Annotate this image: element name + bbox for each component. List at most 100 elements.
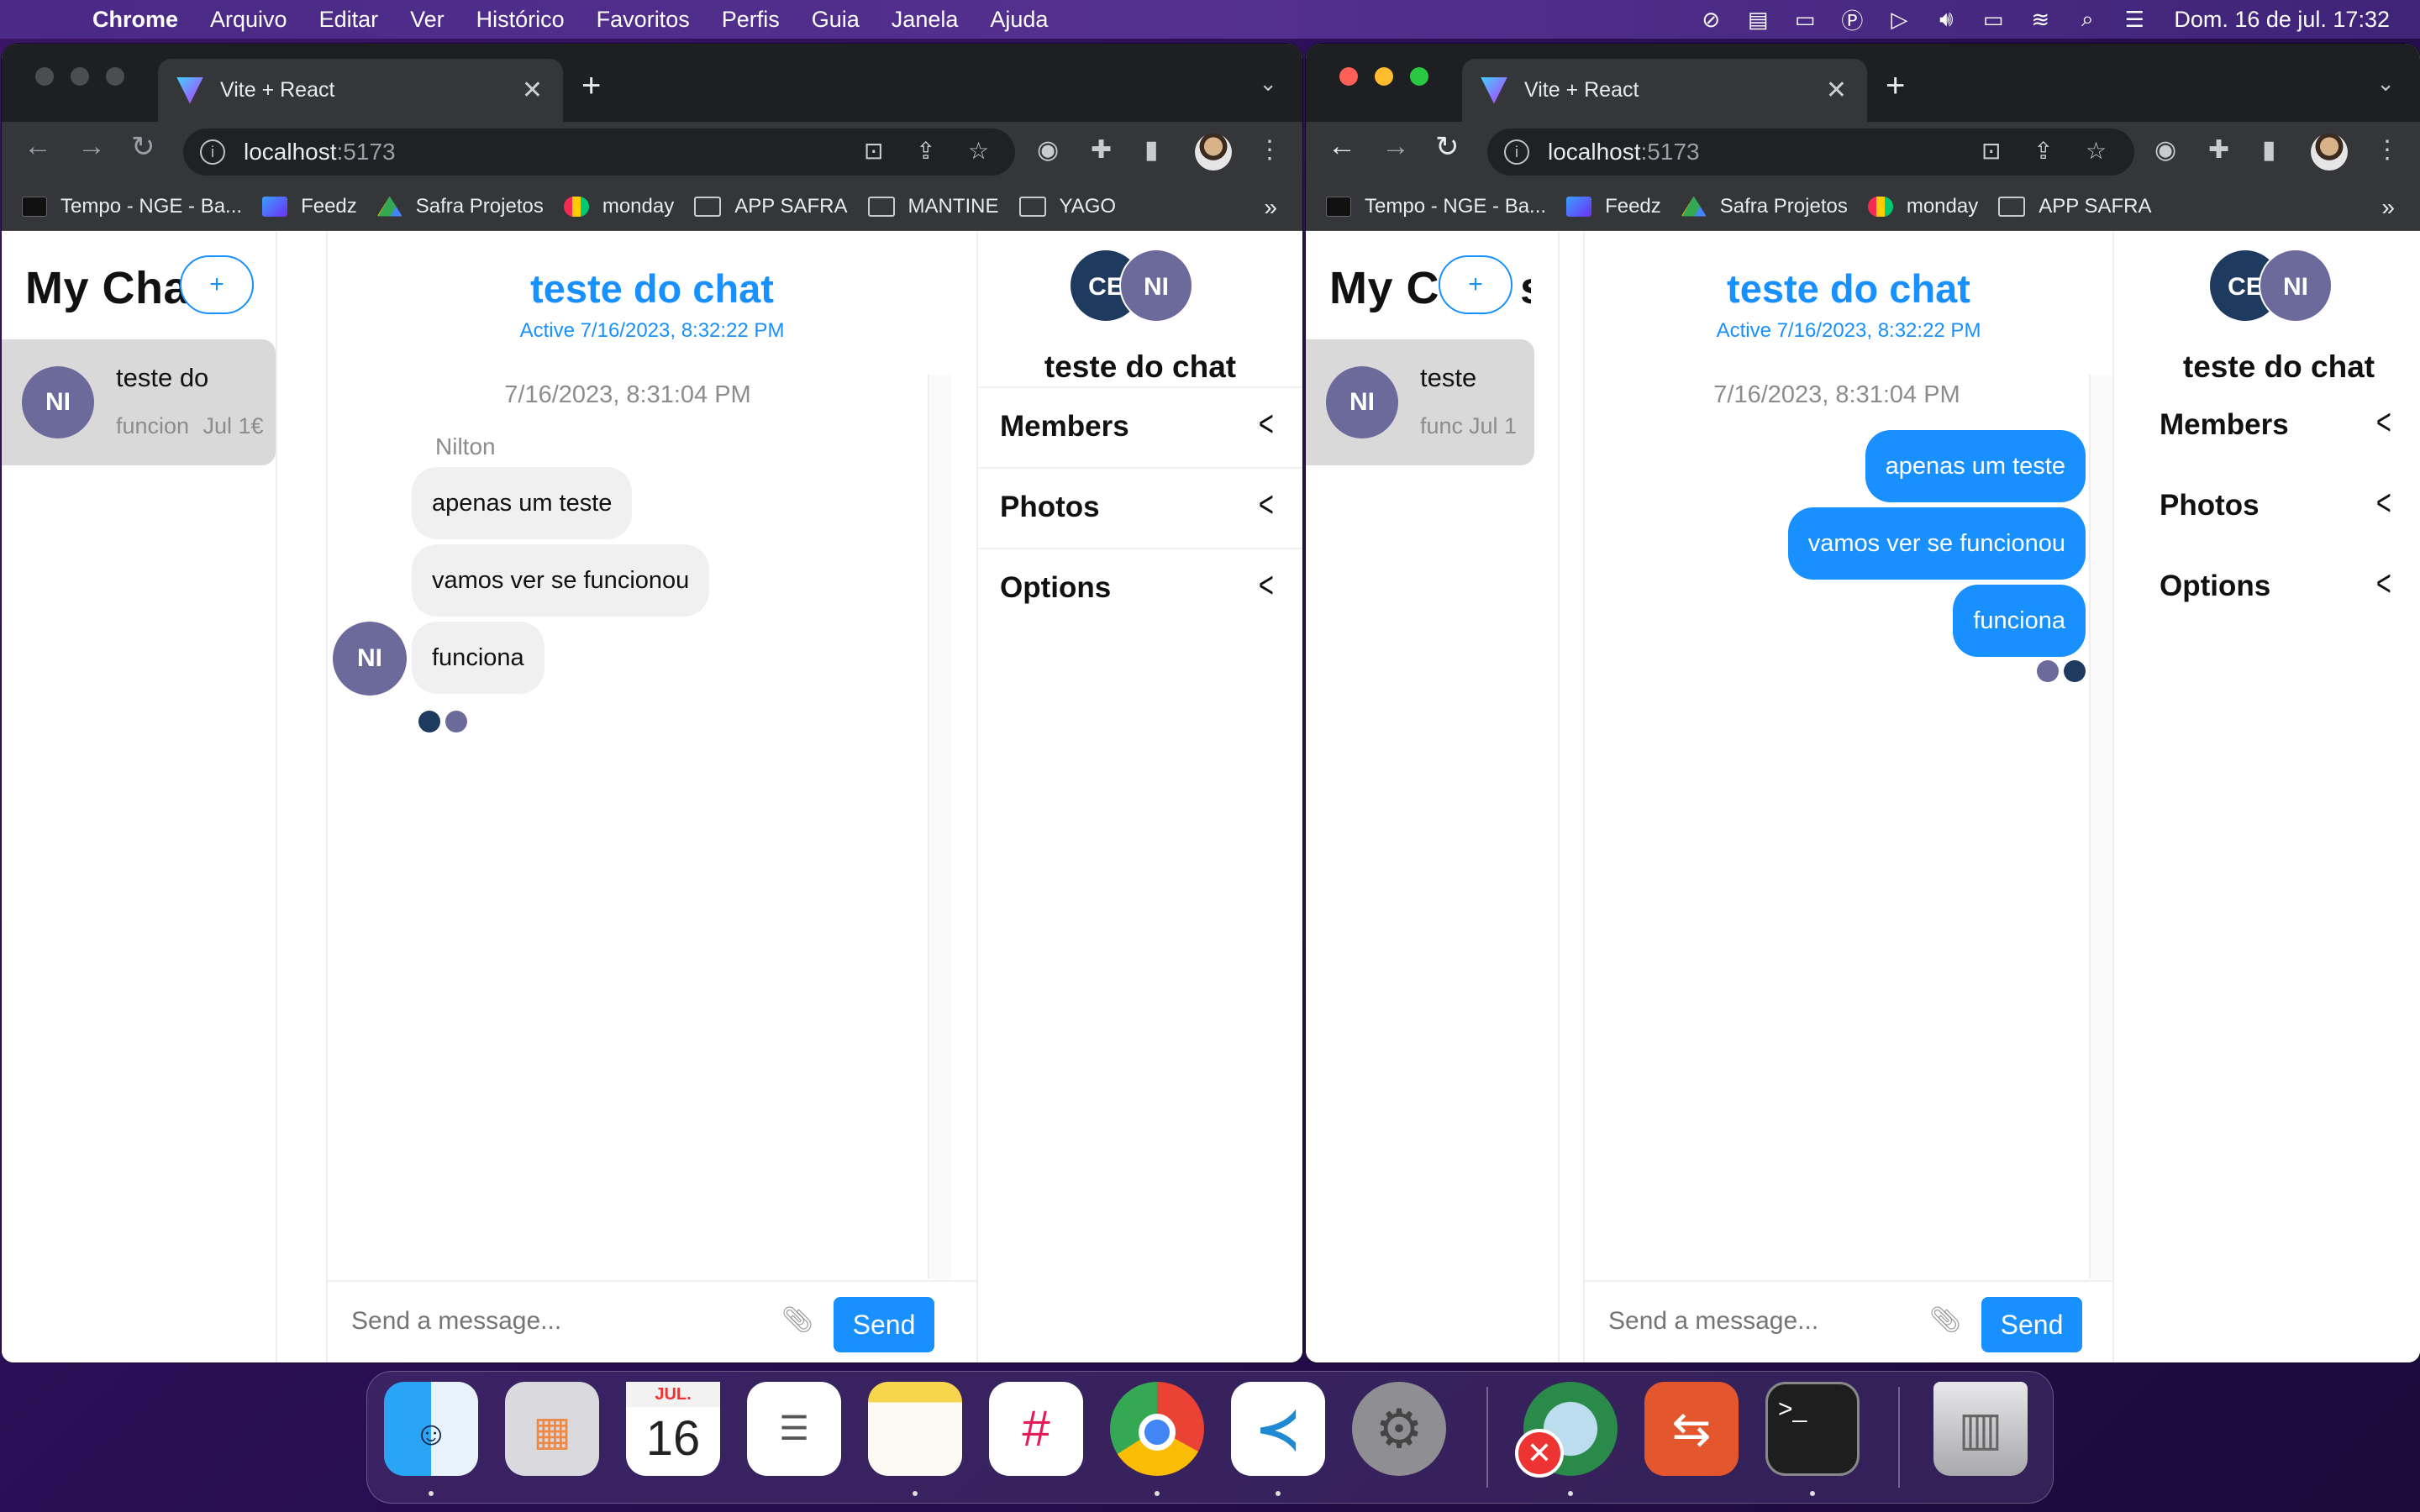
share-icon[interactable]: ⇪ (916, 137, 935, 165)
zoom-window-button[interactable] (106, 67, 124, 86)
bookmark-item[interactable]: Safra Projetos (376, 195, 544, 218)
wifi-icon[interactable]: ≋ (2029, 7, 2051, 33)
photos-section[interactable]: Photos < (2138, 467, 2420, 548)
members-section[interactable]: Members < (978, 386, 1302, 467)
status-p-icon[interactable]: Ⓟ (1841, 4, 1863, 35)
site-info-icon[interactable]: i (200, 139, 225, 165)
slack-icon[interactable]: # (989, 1382, 1083, 1476)
send-button[interactable]: Send (834, 1297, 934, 1352)
chat-card[interactable]: NI teste func Jul 1 (1306, 339, 1534, 465)
trash-icon[interactable]: ▥ (1933, 1382, 2028, 1476)
menu-arquivo[interactable]: Arquivo (210, 7, 287, 33)
menu-perfis[interactable]: Perfis (722, 7, 780, 33)
bookmark-item[interactable]: Safra Projetos (1681, 195, 1848, 218)
system-settings-icon[interactable]: ⚙ (1352, 1382, 1446, 1476)
address-bar[interactable]: i localhost:5173 ⊡ ⇪ ☆ (1487, 129, 2134, 176)
minimize-window-button[interactable] (1375, 67, 1393, 86)
profile-avatar[interactable] (2311, 134, 2348, 171)
new-tab-button[interactable]: + (581, 67, 601, 105)
bookmarks-overflow-button[interactable]: » (2381, 194, 2395, 221)
notes-icon[interactable] (868, 1382, 962, 1476)
translate-icon[interactable]: ⊡ (864, 137, 883, 165)
bookmark-folder[interactable]: MANTINE (867, 195, 999, 218)
forward-icon[interactable]: → (1381, 130, 1410, 163)
members-section[interactable]: Members < (2138, 386, 2420, 467)
remote-desktop-icon[interactable]: ⇆ (1644, 1382, 1739, 1476)
screen-mirroring-icon[interactable]: ▭ (1794, 7, 1816, 33)
bookmarks-overflow-button[interactable]: » (1264, 194, 1277, 221)
browser-tab[interactable]: Vite + React ✕ (1462, 59, 1867, 122)
message-input[interactable] (351, 1307, 755, 1336)
address-bar[interactable]: i localhost:5173 ⊡ ⇪ ☆ (183, 129, 1015, 176)
launchpad-icon[interactable]: ▦ (505, 1382, 599, 1476)
tab-search-chevron-icon[interactable]: ⌄ (2376, 71, 2395, 97)
network-app-icon[interactable]: ✕ (1515, 1382, 1618, 1478)
menu-janela[interactable]: Janela (892, 7, 959, 33)
options-section[interactable]: Options < (978, 548, 1302, 628)
profile-avatar[interactable] (1195, 134, 1232, 171)
bookmark-folder[interactable]: APP SAFRA (1998, 195, 2152, 218)
extensions-puzzle-icon[interactable]: ✚ (1091, 135, 1112, 165)
chrome-menu-icon[interactable]: ⋮ (1257, 135, 1282, 165)
status-extension-icon[interactable]: ⊘ (1700, 7, 1722, 33)
bookmark-item[interactable]: Feedz (262, 195, 357, 218)
side-panel-icon[interactable]: ▮ (1144, 135, 1159, 165)
vscode-icon[interactable]: ≺ (1231, 1382, 1325, 1476)
menu-guia[interactable]: Guia (812, 7, 860, 33)
status-window-icon[interactable]: ▤ (1747, 7, 1769, 33)
send-button[interactable]: Send (1981, 1297, 2082, 1352)
bookmark-star-icon[interactable]: ☆ (2086, 137, 2107, 165)
menu-historico[interactable]: Histórico (476, 7, 565, 33)
minimize-window-button[interactable] (71, 67, 89, 86)
bookmark-item[interactable]: Feedz (1566, 195, 1661, 218)
feed-scrollbar[interactable] (928, 375, 951, 1278)
photos-section[interactable]: Photos < (978, 467, 1302, 548)
reload-icon[interactable]: ↻ (1435, 130, 1460, 164)
calendar-icon[interactable]: JUL. 16 (626, 1382, 720, 1476)
menu-clock[interactable]: Dom. 16 de jul. 17:32 (2174, 7, 2390, 33)
close-tab-icon[interactable]: ✕ (522, 76, 543, 105)
play-icon[interactable]: ▷ (1888, 7, 1910, 33)
extensions-puzzle-icon[interactable]: ✚ (2208, 135, 2229, 165)
new-chat-button[interactable]: + (180, 255, 254, 314)
reload-icon[interactable]: ↻ (131, 130, 155, 164)
options-section[interactable]: Options < (2138, 548, 2420, 628)
terminal-icon[interactable]: >_ (1765, 1382, 1860, 1476)
feed-scrollbar[interactable] (2089, 375, 2112, 1278)
menu-ver[interactable]: Ver (410, 7, 445, 33)
control-center-icon[interactable]: ☰ (2123, 7, 2145, 33)
close-tab-icon[interactable]: ✕ (1826, 76, 1847, 105)
reminders-icon[interactable]: ☰ (747, 1382, 841, 1476)
side-panel-icon[interactable]: ▮ (2262, 135, 2276, 165)
bookmark-item[interactable]: monday (563, 195, 674, 218)
back-icon[interactable]: ← (24, 130, 52, 163)
message-input[interactable] (1608, 1307, 1928, 1336)
translate-icon[interactable]: ⊡ (1981, 137, 2001, 165)
battery-icon[interactable]: ▭ (1982, 7, 2004, 33)
close-window-button[interactable] (35, 67, 54, 86)
tab-search-chevron-icon[interactable]: ⌄ (1259, 71, 1277, 97)
new-chat-button[interactable]: + (1439, 255, 1512, 314)
bookmark-item[interactable]: monday (1867, 195, 1978, 218)
menu-ajuda[interactable]: Ajuda (990, 7, 1048, 33)
new-tab-button[interactable]: + (1886, 67, 1905, 105)
attachment-icon[interactable]: 📎︎ (1929, 1305, 1961, 1335)
share-icon[interactable]: ⇪ (2033, 137, 2053, 165)
close-window-button[interactable] (1339, 67, 1358, 86)
zoom-window-button[interactable] (1410, 67, 1428, 86)
chrome-icon[interactable] (1110, 1382, 1204, 1476)
menu-editar[interactable]: Editar (319, 7, 379, 33)
bookmark-folder[interactable]: YAGO (1018, 195, 1116, 218)
extension-eyes-icon[interactable]: ◉ (2154, 135, 2176, 165)
search-icon[interactable]: ⌕ (2076, 6, 2098, 33)
forward-icon[interactable]: → (77, 130, 106, 163)
bookmark-folder[interactable]: APP SAFRA (694, 195, 848, 218)
extension-eyes-icon[interactable]: ◉ (1037, 135, 1059, 165)
volume-icon[interactable]: 🔊︎ (1935, 6, 1957, 33)
browser-tab[interactable]: Vite + React ✕ (158, 59, 563, 122)
finder-icon[interactable]: ☺ (384, 1382, 478, 1476)
back-icon[interactable]: ← (1328, 130, 1356, 163)
bookmark-item[interactable]: Tempo - NGE - Ba... (22, 195, 242, 218)
chat-card[interactable]: NI teste do funcion Jul 1€ (2, 339, 276, 465)
bookmark-star-icon[interactable]: ☆ (968, 137, 989, 165)
